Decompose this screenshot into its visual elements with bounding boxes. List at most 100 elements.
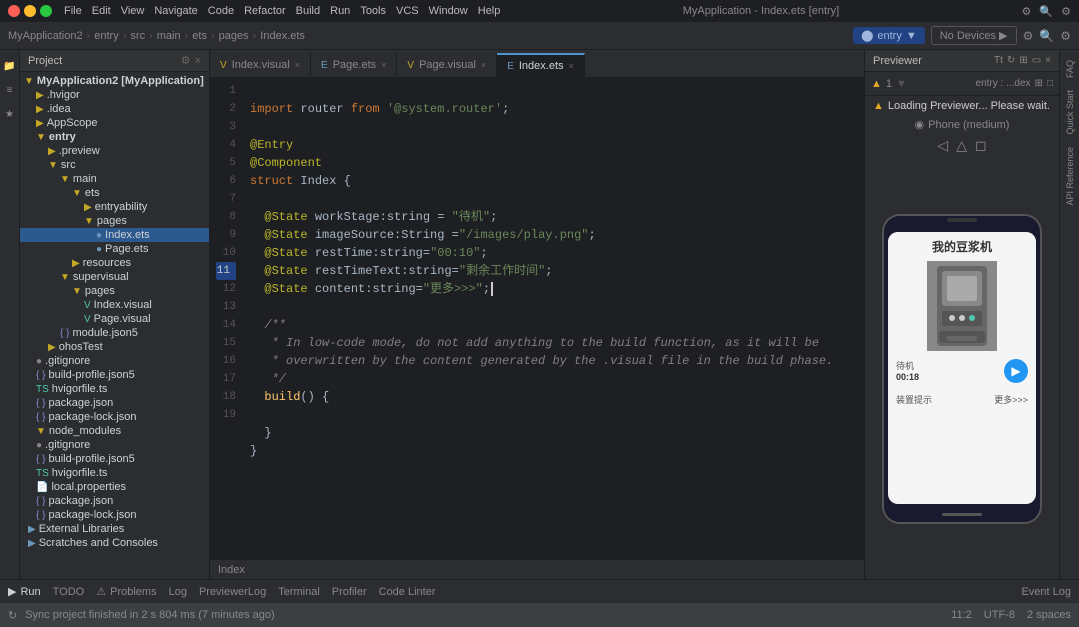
previewer-nav: ◁ △ ◻ (865, 133, 1059, 158)
previewer-close2[interactable]: □ (1047, 78, 1053, 89)
bottom-tab-event-log[interactable]: Event Log (1021, 586, 1071, 598)
app-play-button[interactable]: ▶ (1004, 359, 1028, 383)
tree-item-hvigorfile2[interactable]: TS hvigorfile.ts (20, 466, 209, 480)
bottom-tab-log[interactable]: Log (169, 586, 187, 598)
tree-item-hvigorfile1[interactable]: TS hvigorfile.ts (20, 382, 209, 396)
menu-file[interactable]: File (64, 5, 82, 17)
right-tab-faq[interactable]: FAQ (1063, 54, 1077, 84)
tree-item-external-libraries[interactable]: ▶ External Libraries (20, 522, 209, 536)
tab-page-ets[interactable]: E Page.ets × (311, 53, 397, 77)
previewer-tt[interactable]: Tt (994, 55, 1003, 66)
title-bar: File Edit View Navigate Code Refactor Bu… (0, 0, 1079, 22)
entry-selector[interactable]: ⬤ entry ▼ (853, 27, 925, 44)
tree-item-ets[interactable]: ▼ ets (20, 186, 209, 200)
tree-item-root[interactable]: ▼ MyApplication2 [MyApplication] (20, 74, 209, 88)
previewer-warning-count: 1 (886, 78, 892, 90)
code-content[interactable]: import router from '@system.router'; @En… (242, 78, 864, 559)
tree-item-node-modules[interactable]: ▼ node_modules (20, 424, 209, 438)
maximize-button[interactable] (40, 5, 52, 17)
tree-item-appscope[interactable]: ▶ AppScope (20, 116, 209, 130)
tree-item-index-visual[interactable]: V Index.visual (20, 298, 209, 312)
menu-run[interactable]: Run (330, 5, 350, 17)
bottom-tab-bar: ▶ Run TODO ⚠ Problems Log PreviewerLog T… (0, 579, 1079, 603)
line-col-indicator[interactable]: 11:2 (951, 609, 972, 621)
tree-item-resources[interactable]: ▶ resources (20, 256, 209, 270)
app-status-label: 待机 (896, 359, 919, 372)
tree-item-main[interactable]: ▼ main (20, 172, 209, 186)
tab-index-ets[interactable]: E Index.ets × (497, 53, 585, 77)
menu-tools[interactable]: Tools (360, 5, 386, 17)
bottom-tab-profiler[interactable]: Profiler (332, 586, 367, 598)
device-selector[interactable]: No Devices ▶ (931, 26, 1017, 45)
toolbar-search[interactable]: 🔍 (1039, 29, 1054, 43)
tree-item-preview[interactable]: ▶ .preview (20, 144, 209, 158)
menu-window[interactable]: Window (429, 5, 468, 17)
previewer-grid2[interactable]: ⊞ (1035, 78, 1043, 89)
bottom-tab-previewer-log[interactable]: PreviewerLog (199, 586, 266, 598)
tree-item-entry[interactable]: ▼ entry (20, 130, 209, 144)
tree-item-gitignore1[interactable]: ● .gitignore (20, 354, 209, 368)
tree-item-supervisual[interactable]: ▼ supervisual (20, 270, 209, 284)
tree-item-hvigor[interactable]: ▶ .hvigor (20, 88, 209, 102)
menu-build[interactable]: Build (296, 5, 320, 17)
nav-home-icon[interactable]: △ (956, 137, 967, 154)
tree-item-page-visual[interactable]: V Page.visual (20, 312, 209, 326)
tree-item-src[interactable]: ▼ src (20, 158, 209, 172)
menu-edit[interactable]: Edit (92, 5, 111, 17)
tree-item-scratches[interactable]: ▶ Scratches and Consoles (20, 536, 209, 550)
tree-item-entryability[interactable]: ▶ entryability (20, 200, 209, 214)
previewer-split[interactable]: ▭ (1032, 55, 1041, 66)
previewer-grid[interactable]: ⊞ (1019, 55, 1027, 66)
tree-item-supervisual-pages[interactable]: ▼ pages (20, 284, 209, 298)
tree-item-build-profile2[interactable]: { } build-profile.json5 (20, 452, 209, 466)
tree-item-index-ets[interactable]: ● Index.ets (20, 228, 209, 242)
tree-item-build-profile1[interactable]: { } build-profile.json5 (20, 368, 209, 382)
bottom-tab-todo[interactable]: TODO (53, 586, 85, 598)
previewer-close[interactable]: × (1045, 55, 1051, 66)
nav-back-icon[interactable]: ◻ (975, 137, 987, 154)
menu-refactor[interactable]: Refactor (244, 5, 286, 17)
tree-item-package-lock2[interactable]: { } package-lock.json (20, 508, 209, 522)
encoding-indicator[interactable]: UTF-8 (984, 609, 1015, 621)
previewer-refresh[interactable]: ↻ (1007, 55, 1015, 66)
sidebar-structure-icon[interactable]: ≡ (2, 82, 18, 98)
tree-item-local-properties[interactable]: 📄 local.properties (20, 480, 209, 494)
bottom-tab-terminal[interactable]: Terminal (278, 586, 320, 598)
tree-item-package-lock1[interactable]: { } package-lock.json (20, 410, 209, 424)
tree-item-module-json[interactable]: { } module.json5 (20, 326, 209, 340)
close-button[interactable] (8, 5, 20, 17)
menu-vcs[interactable]: VCS (396, 5, 419, 17)
bottom-tab-code-linter[interactable]: Code Linter (379, 586, 436, 598)
project-close-icon[interactable]: × (195, 55, 201, 67)
sidebar-favorites-icon[interactable]: ★ (2, 106, 18, 122)
bottom-tab-run[interactable]: ▶ Run (8, 585, 41, 598)
toolbar-settings[interactable]: ⚙ (1023, 29, 1034, 43)
toolbar-gear[interactable]: ⚙ (1060, 29, 1071, 43)
tab-page-visual[interactable]: V Page.visual × (397, 53, 497, 77)
project-settings-icon[interactable]: ⚙ (181, 54, 191, 67)
app-bottom-bar: 装置提示 更多>>> (888, 387, 1036, 412)
nav-prev-icon[interactable]: ◁ (937, 137, 948, 154)
tree-item-idea[interactable]: ▶ .idea (20, 102, 209, 116)
menu-view[interactable]: View (121, 5, 145, 17)
right-tab-quick-start[interactable]: Quick Start (1063, 84, 1077, 141)
right-tab-api-reference[interactable]: API Reference (1063, 141, 1077, 212)
minimize-button[interactable] (24, 5, 36, 17)
tree-item-pages[interactable]: ▼ pages (20, 214, 209, 228)
tree-item-ohostest[interactable]: ▶ ohosTest (20, 340, 209, 354)
device-circle-icon: ◉ (915, 118, 925, 131)
spaces-indicator[interactable]: 2 spaces (1027, 609, 1071, 621)
tree-item-package-json2[interactable]: { } package.json (20, 494, 209, 508)
app-bottom-right: 更多>>> (994, 393, 1028, 406)
bottom-tab-problems[interactable]: ⚠ Problems (96, 585, 156, 598)
sync-status-text: Sync project finished in 2 s 804 ms (7 m… (25, 609, 274, 621)
sidebar-project-icon[interactable]: 📁 (2, 58, 18, 74)
tab-index-visual[interactable]: V Index.visual × (210, 53, 311, 77)
tree-item-gitignore2[interactable]: ● .gitignore (20, 438, 209, 452)
menu-help[interactable]: Help (478, 5, 501, 17)
tree-item-page-ets[interactable]: ● Page.ets (20, 242, 209, 256)
project-panel-title: Project (28, 55, 62, 67)
menu-navigate[interactable]: Navigate (154, 5, 197, 17)
menu-code[interactable]: Code (208, 5, 234, 17)
tree-item-package-json1[interactable]: { } package.json (20, 396, 209, 410)
